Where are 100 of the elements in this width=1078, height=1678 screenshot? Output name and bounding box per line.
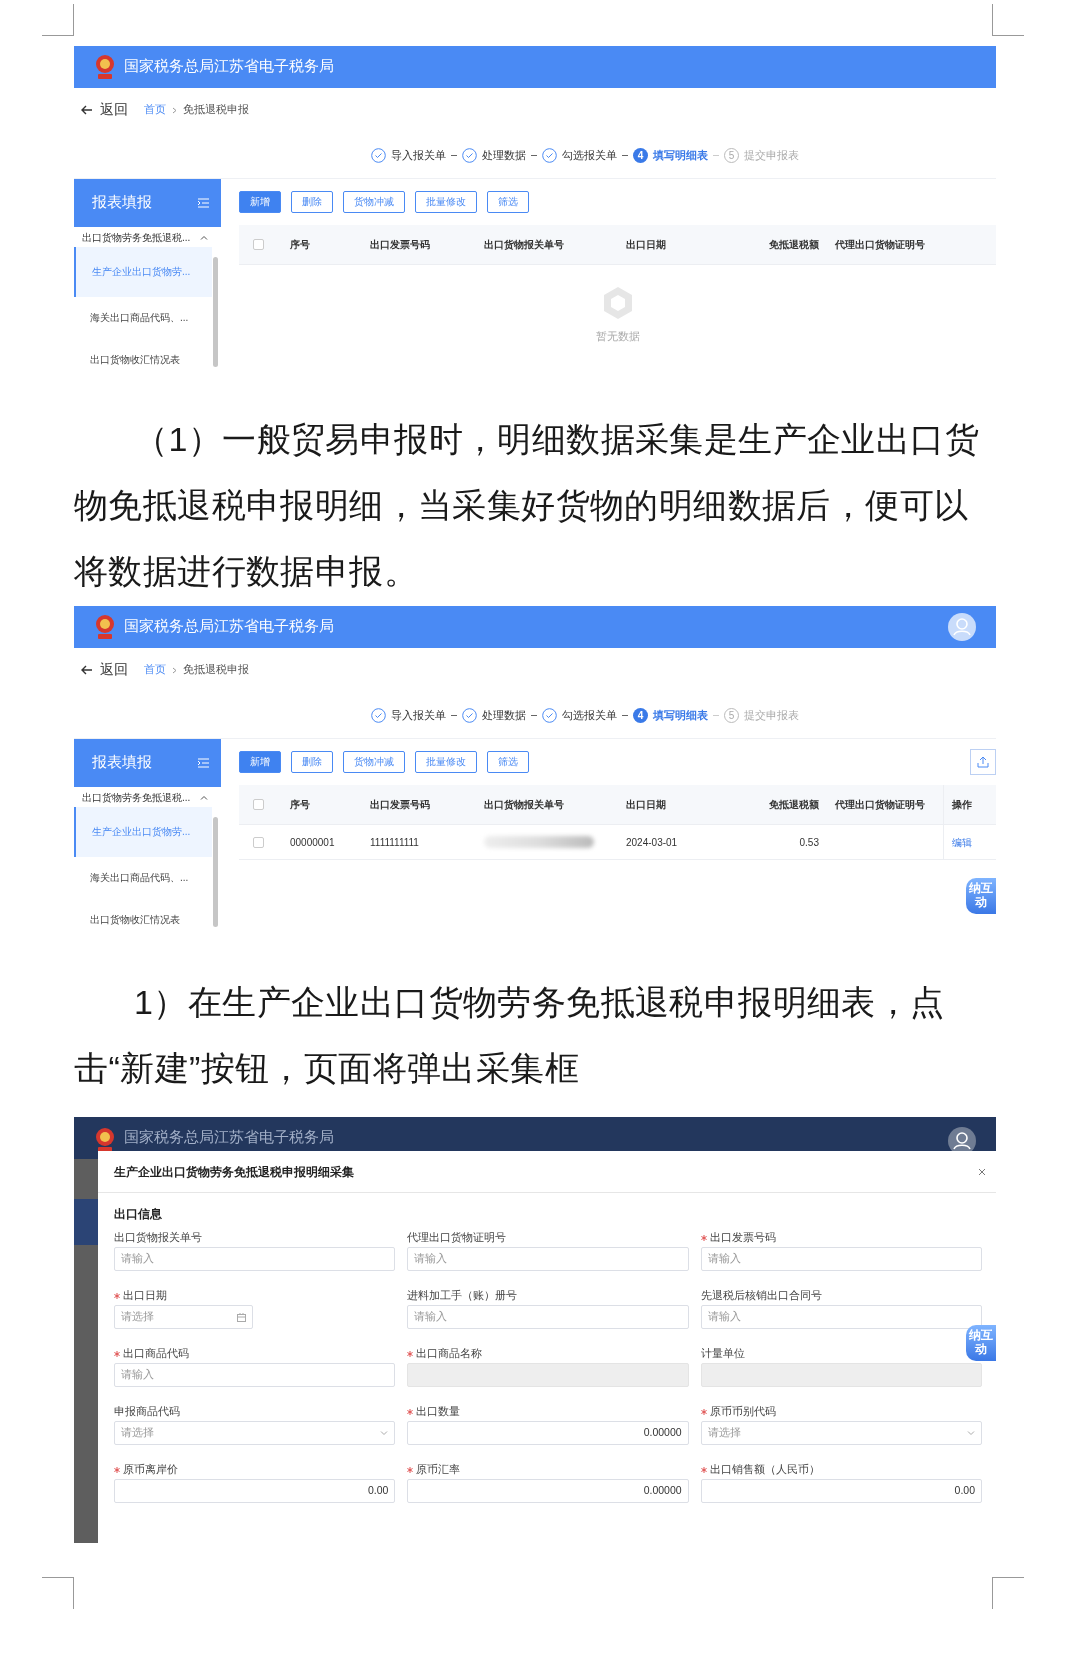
field-label: 出口数量: [416, 1404, 461, 1420]
breadcrumb-item: 免抵退税申报: [183, 102, 249, 118]
sidebar-item[interactable]: 生产企业出口货物劳...: [74, 247, 212, 297]
dialog-title: 生产企业出口货物劳务免抵退税申报明细采集: [114, 1163, 354, 1181]
back-button[interactable]: 返回: [80, 659, 128, 681]
field-label: 原币汇率: [416, 1462, 461, 1478]
toolbar-button[interactable]: 删除: [291, 751, 333, 773]
step-number: 4: [633, 707, 648, 723]
checkbox[interactable]: [253, 836, 264, 848]
column-header: 代理出口货物证明号: [834, 238, 926, 252]
corner-mark: [992, 4, 1024, 36]
input-field[interactable]: 请输入: [700, 1305, 982, 1329]
chevron-icon: [172, 666, 177, 674]
column-header: 出口日期: [625, 798, 667, 812]
input-field[interactable]: 0.00: [114, 1479, 396, 1503]
input-field[interactable]: 0.00000: [407, 1479, 689, 1503]
corner-mark: [42, 4, 74, 36]
close-icon[interactable]: [978, 1167, 986, 1176]
step-label: 勾选报关单: [562, 707, 617, 723]
helper-widget[interactable]: 纳互动: [966, 878, 996, 914]
toolbar-button[interactable]: 批量修改: [415, 751, 477, 773]
step-label: 填写明细表: [653, 707, 708, 723]
step-number: 4: [633, 147, 648, 163]
column-header: 出口货物报关单号: [483, 238, 565, 252]
sidebar-title: 报表填报: [92, 193, 152, 213]
table-cell-text: 00000001: [289, 835, 336, 850]
column-header: 出口日期: [625, 238, 667, 252]
step-label: 导入报关单: [391, 147, 446, 163]
chevron-down-icon: [967, 1430, 975, 1436]
back-arrow-icon: [80, 665, 92, 675]
toolbar-button[interactable]: 批量修改: [415, 191, 477, 213]
step-label: 处理数据: [482, 147, 526, 163]
input-field[interactable]: 请输入: [114, 1247, 396, 1271]
breadcrumb-item: 免抵退税申报: [183, 662, 249, 678]
toolbar-button[interactable]: 筛选: [487, 191, 529, 213]
field-label: 出口发票号码: [709, 1230, 776, 1246]
sidebar-group[interactable]: 出口货物劳务免抵退税...: [74, 787, 214, 807]
input-field[interactable]: 0.00000: [407, 1421, 689, 1445]
paragraph: 1）在生产企业出口货物劳务免抵退税申报明细表，点击“新建”按钮，页面将弹出采集框: [74, 982, 946, 1089]
site-title: 国家税务总局江苏省电子税务局: [124, 57, 334, 77]
sidebar-header: [74, 1199, 98, 1245]
export-button[interactable]: [970, 749, 996, 775]
table-cell-text: 0.53: [798, 835, 820, 850]
input-field[interactable]: 请输入: [700, 1247, 982, 1271]
select-field[interactable]: 请选择: [700, 1421, 982, 1445]
scrollbar[interactable]: [213, 817, 218, 927]
select-field[interactable]: 请选择: [114, 1421, 396, 1445]
toolbar-button[interactable]: 删除: [291, 191, 333, 213]
toolbar-button[interactable]: 新增: [239, 751, 281, 773]
checkbox[interactable]: [253, 799, 264, 810]
step-label: 填写明细表: [653, 147, 708, 163]
breadcrumb-item[interactable]: 首页: [144, 662, 166, 678]
column-header: 序号: [289, 798, 311, 812]
toolbar-button[interactable]: 货物冲减: [343, 191, 405, 213]
field-label: 进料加工手（账）册号: [407, 1288, 518, 1304]
scrollbar[interactable]: [213, 257, 218, 367]
column-header: 出口发票号码: [369, 238, 431, 252]
checkbox[interactable]: [253, 239, 264, 250]
step-label: 提交申报表: [744, 707, 799, 723]
input-field[interactable]: 0.00: [700, 1479, 982, 1503]
toolbar-button[interactable]: 新增: [239, 191, 281, 213]
field-label: 原币离岸价: [123, 1462, 178, 1478]
calendar-icon: [237, 1312, 246, 1322]
breadcrumb-item[interactable]: 首页: [144, 102, 166, 118]
paragraph: （1）一般贸易申报时，明细数据采集是生产企业出口货物免抵退税申报明细，当采集好货物的明细数据后，便可以将数据进行数据申报。: [74, 419, 980, 592]
sidebar-title: 报表填报: [92, 753, 152, 773]
column-header: 出口货物报关单号: [483, 798, 565, 812]
sidebar-group[interactable]: 出口货物劳务免抵退税...: [74, 227, 214, 247]
back-arrow-icon: [80, 105, 92, 115]
date-field[interactable]: 请选择: [114, 1305, 253, 1329]
toolbar-button[interactable]: 筛选: [487, 751, 529, 773]
column-header: 操作: [943, 785, 989, 824]
step-label: 提交申报表: [744, 147, 799, 163]
column-header: 免抵退税额: [768, 798, 820, 812]
step-label: 勾选报关单: [562, 147, 617, 163]
field-label: 计量单位: [700, 1346, 745, 1362]
toolbar-button[interactable]: 货物冲减: [343, 751, 405, 773]
column-header: 序号: [289, 238, 311, 252]
menu-icon[interactable]: [198, 198, 209, 208]
helper-widget[interactable]: 纳互动: [966, 1325, 996, 1361]
menu-icon[interactable]: [198, 758, 209, 768]
chevron-icon: [172, 106, 177, 114]
column-header: 代理出口货物证明号: [834, 798, 926, 812]
site-title: 国家税务总局江苏省电子税务局: [124, 1128, 334, 1147]
input-field[interactable]: 请输入: [407, 1247, 689, 1271]
table-cell-text: 1111111111: [369, 835, 420, 850]
emblem-icon: [94, 614, 116, 640]
field-label: 代理出口货物证明号: [407, 1230, 507, 1246]
input-field[interactable]: 请输入: [114, 1363, 396, 1387]
step-label: 导入报关单: [391, 707, 446, 723]
sidebar-item[interactable]: 生产企业出口货物劳...: [74, 807, 212, 857]
field-label: 先退税后核销出口合同号: [700, 1288, 822, 1304]
column-header: 出口发票号码: [369, 798, 431, 812]
input-field[interactable]: 请输入: [407, 1305, 689, 1329]
edit-link[interactable]: 编辑: [952, 834, 972, 850]
step-label: 处理数据: [482, 707, 526, 723]
field-label: 出口商品名称: [416, 1346, 483, 1362]
back-button[interactable]: 返回: [80, 99, 128, 121]
field-label: 出口商品代码: [123, 1346, 189, 1362]
corner-mark: [992, 1577, 1024, 1609]
